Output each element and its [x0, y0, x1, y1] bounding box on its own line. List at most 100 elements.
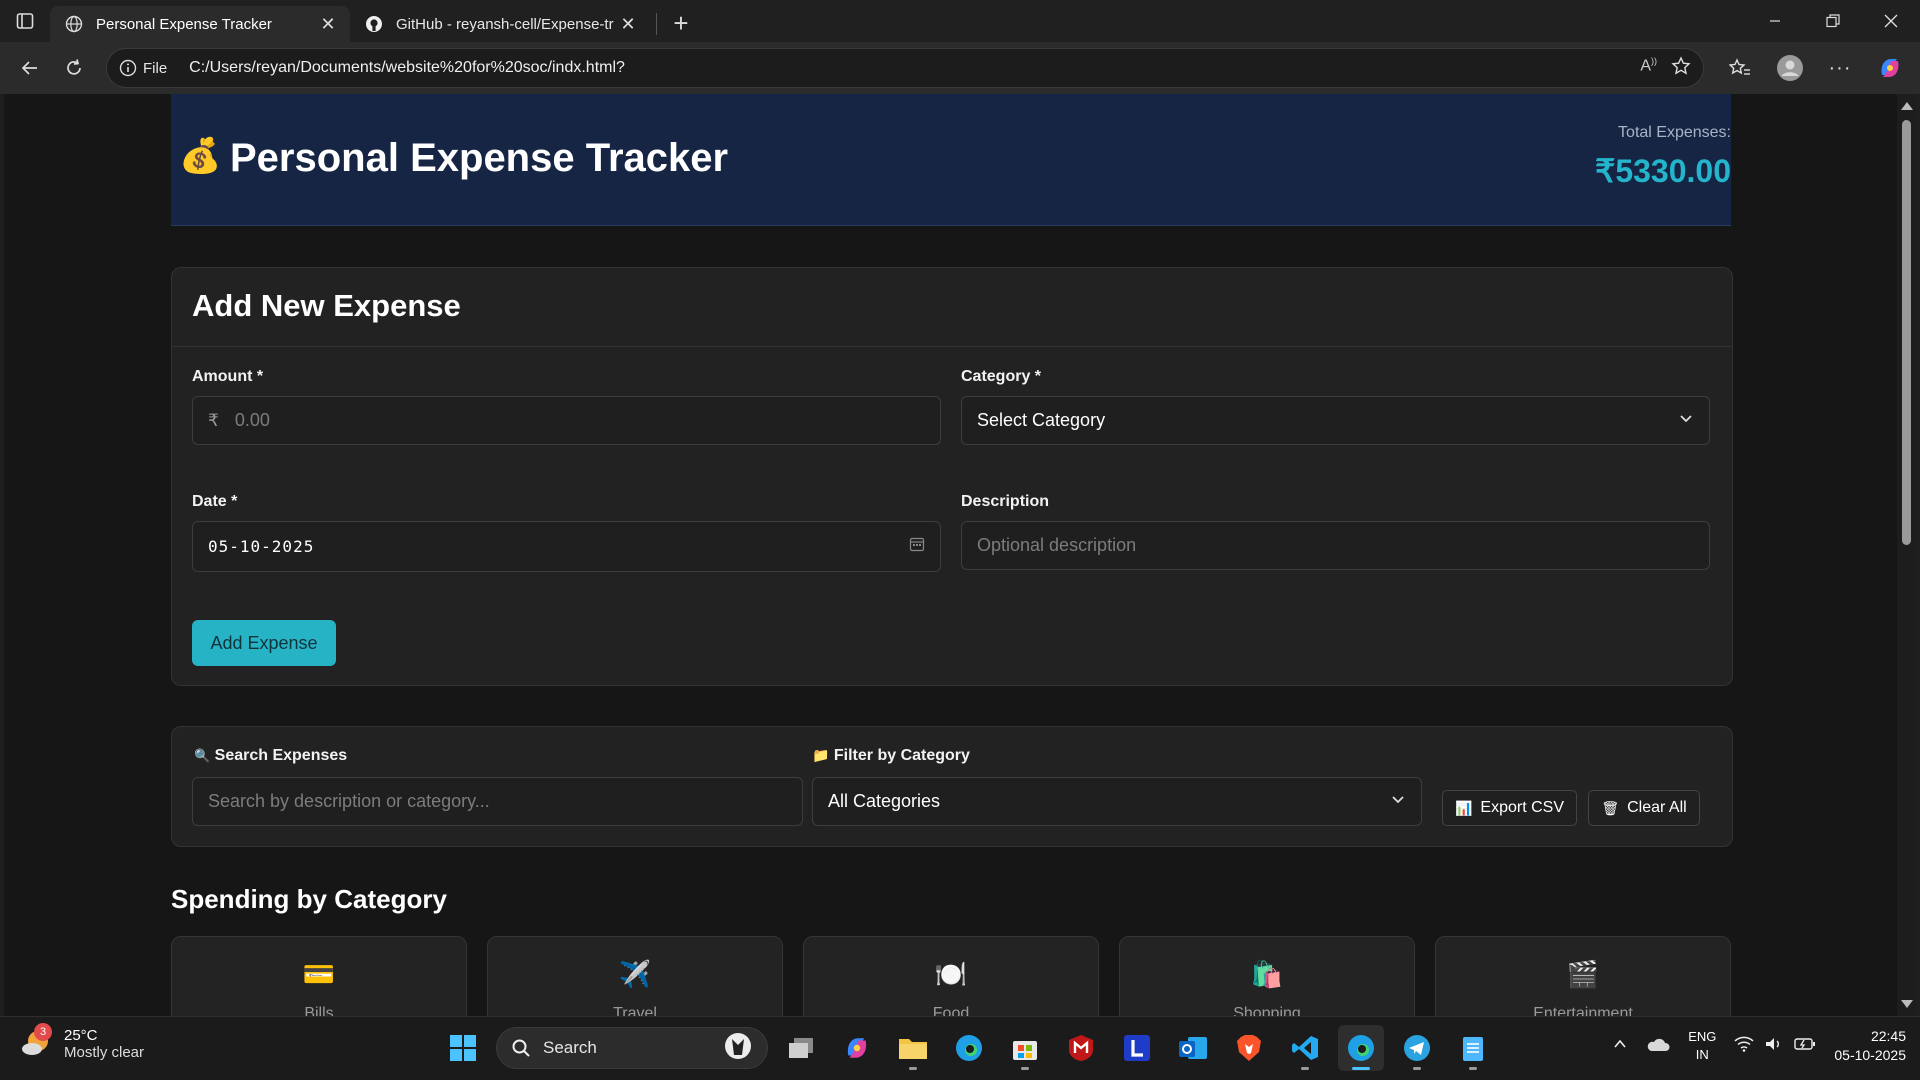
- filter-card: 🔍 Search Expenses Search by description …: [171, 726, 1733, 847]
- category-label: Category *: [961, 368, 1042, 385]
- calendar-icon[interactable]: [909, 536, 925, 557]
- start-button[interactable]: [440, 1025, 486, 1071]
- battery-icon: [1794, 1036, 1816, 1057]
- money-bag-icon: 💰: [179, 137, 222, 175]
- new-tab-button[interactable]: +: [663, 5, 699, 41]
- rupee-prefix: ₹: [208, 410, 219, 430]
- close-window-button[interactable]: [1862, 0, 1920, 42]
- page-scrollbar[interactable]: [1897, 94, 1916, 1016]
- date-input[interactable]: 05-10-2025: [192, 521, 941, 572]
- more-options-button[interactable]: ···: [1818, 48, 1862, 88]
- description-input[interactable]: Optional description: [961, 521, 1710, 570]
- tab-actions-button[interactable]: [0, 0, 50, 42]
- github-icon: [364, 14, 384, 34]
- favorites-button[interactable]: [1718, 48, 1762, 88]
- back-button[interactable]: [8, 48, 52, 88]
- copilot-app[interactable]: [834, 1025, 880, 1071]
- active-indicator: [1352, 1067, 1370, 1070]
- address-bar[interactable]: File C:/Users/reyan/Documents/website%20…: [106, 48, 1704, 88]
- minimize-button[interactable]: [1746, 0, 1804, 42]
- vscode-app[interactable]: [1282, 1025, 1328, 1071]
- brave-app[interactable]: [1226, 1025, 1272, 1071]
- edge-icon: [1348, 1035, 1374, 1061]
- magnifier-icon: 🔍: [194, 748, 211, 763]
- tab-title: GitHub - reyansh-cell/Expense-tr: [396, 15, 614, 33]
- export-csv-button[interactable]: 📊 Export CSV: [1442, 790, 1577, 826]
- l-app[interactable]: [1114, 1025, 1160, 1071]
- edge-dev-app[interactable]: [1338, 1025, 1384, 1071]
- scroll-down-arrow-icon[interactable]: [1901, 1000, 1913, 1008]
- card-divider: [172, 346, 1732, 347]
- chevron-up-icon[interactable]: [1612, 1036, 1628, 1057]
- refresh-button[interactable]: [52, 48, 96, 88]
- file-explorer-app[interactable]: [890, 1025, 936, 1071]
- taskbar-search[interactable]: Search: [496, 1027, 768, 1069]
- task-view-icon: [789, 1038, 813, 1058]
- category-card-shopping[interactable]: 🛍️ Shopping: [1119, 936, 1415, 1016]
- scheme-label: File: [143, 59, 168, 77]
- search-placeholder: Search by description or category...: [208, 791, 490, 811]
- site-info-button[interactable]: File: [119, 59, 167, 77]
- restore-button[interactable]: [1804, 0, 1862, 42]
- back-arrow-icon: [21, 61, 37, 75]
- date-label: Date *: [192, 493, 238, 510]
- brave-lion-icon: [1237, 1035, 1261, 1061]
- profile-avatar-icon: [1777, 55, 1803, 81]
- weather-widget[interactable]: 3 25°C Mostly clear: [20, 1023, 144, 1061]
- category-select[interactable]: Select Category: [961, 396, 1710, 445]
- weather-badge: 3: [34, 1023, 52, 1041]
- store-icon: [1013, 1041, 1037, 1060]
- tab-github[interactable]: GitHub - reyansh-cell/Expense-tr ✕: [350, 6, 650, 42]
- quick-settings-button[interactable]: [1734, 1036, 1816, 1057]
- filter-category-label: 📁 Filter by Category: [812, 747, 970, 764]
- running-indicator: [1301, 1067, 1309, 1070]
- tab-personal-expense-tracker[interactable]: Personal Expense Tracker ✕: [50, 6, 350, 42]
- info-icon: [119, 59, 137, 77]
- category-card-food[interactable]: 🍽️ Food: [803, 936, 1099, 1016]
- total-expenses-value: ₹5330.00: [1594, 153, 1731, 189]
- store-app[interactable]: [1002, 1025, 1048, 1071]
- search-expenses-label: 🔍 Search Expenses: [194, 747, 348, 764]
- category-card-travel[interactable]: ✈️ Travel: [487, 936, 783, 1016]
- description-label: Description: [961, 493, 1050, 510]
- outlook-app[interactable]: [1170, 1025, 1216, 1071]
- mcafee-app[interactable]: [1058, 1025, 1104, 1071]
- task-view-button[interactable]: [778, 1025, 824, 1071]
- add-expense-button[interactable]: Add Expense: [192, 620, 336, 666]
- edge-app[interactable]: [946, 1025, 992, 1071]
- close-tab-icon[interactable]: ✕: [616, 12, 640, 36]
- favorite-star-icon[interactable]: [1671, 55, 1691, 81]
- window-controls: [1746, 0, 1920, 42]
- running-indicator: [1469, 1067, 1477, 1070]
- notepad-app[interactable]: [1450, 1025, 1496, 1071]
- filter-category-select[interactable]: All Categories: [812, 777, 1422, 826]
- url-text[interactable]: C:/Users/reyan/Documents/website%20for%2…: [189, 59, 1640, 77]
- filter-category-value: All Categories: [828, 791, 941, 811]
- search-highlight-icon: [723, 1031, 753, 1066]
- category-select-value: Select Category: [977, 410, 1106, 430]
- onedrive-cloud-icon[interactable]: [1646, 1036, 1670, 1057]
- scroll-thumb[interactable]: [1902, 120, 1911, 545]
- profile-button[interactable]: [1768, 48, 1812, 88]
- page-title: Personal Expense Tracker: [230, 136, 729, 180]
- category-card-entertainment[interactable]: 🎬 Entertainment: [1435, 936, 1731, 1016]
- shopping-bags-icon: 🛍️: [1250, 959, 1284, 989]
- category-card-bills[interactable]: 💳 Bills: [171, 936, 467, 1016]
- category-label: Bills: [304, 1005, 334, 1016]
- description-placeholder: Optional description: [977, 535, 1137, 555]
- telegram-app[interactable]: [1394, 1025, 1440, 1071]
- language-indicator[interactable]: ENG IN: [1688, 1028, 1716, 1064]
- read-aloud-icon[interactable]: A)): [1640, 56, 1657, 81]
- copilot-button[interactable]: [1868, 48, 1912, 88]
- close-tab-icon[interactable]: ✕: [316, 12, 340, 36]
- date-value: 05-10-2025: [208, 537, 315, 556]
- scroll-up-arrow-icon[interactable]: [1901, 102, 1913, 110]
- volume-icon: [1764, 1036, 1784, 1057]
- folder-icon: 📁: [812, 747, 830, 763]
- clock[interactable]: 22:45 05-10-2025: [1834, 1027, 1906, 1065]
- clear-all-button[interactable]: 🗑 Clear All: [1588, 790, 1700, 826]
- amount-input[interactable]: ₹ 0.00: [192, 396, 941, 445]
- search-input[interactable]: Search by description or category...: [192, 777, 803, 826]
- category-label: Travel: [613, 1005, 657, 1016]
- clock-date: 05-10-2025: [1834, 1047, 1906, 1063]
